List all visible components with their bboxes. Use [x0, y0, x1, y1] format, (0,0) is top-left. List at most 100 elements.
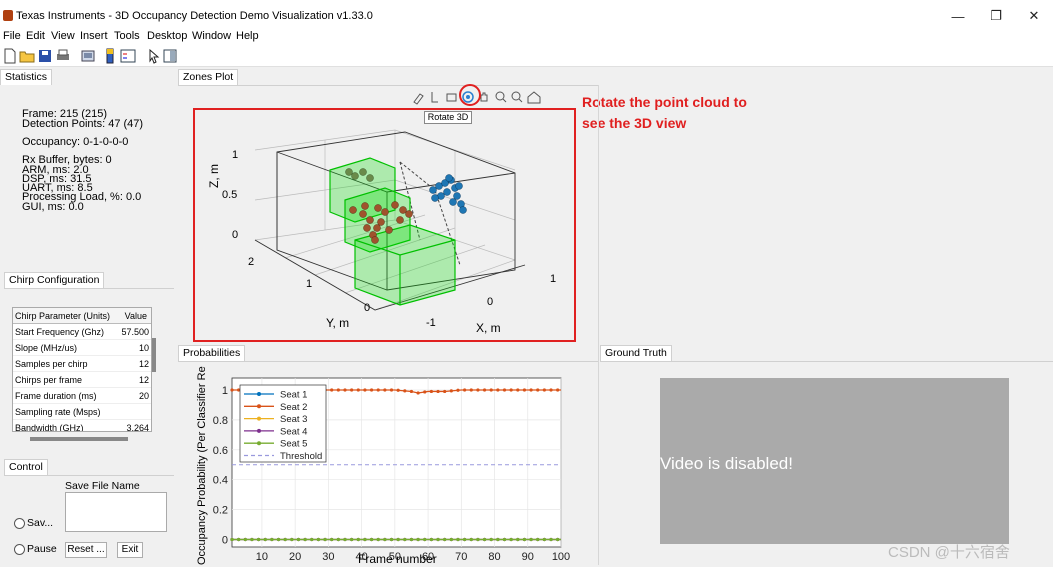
data-point-seat-5: [522, 537, 527, 542]
gui-stat: GUI, ms: 0.0: [22, 201, 84, 213]
menu-tools[interactable]: Tools: [114, 30, 140, 42]
legend-marker: [257, 416, 261, 421]
close-button[interactable]: ✕: [1014, 4, 1053, 28]
exit-button[interactable]: Exit: [117, 542, 143, 558]
data-point-seat-2: [502, 388, 507, 392]
menu-desktop[interactable]: Desktop: [147, 30, 187, 42]
data-point-seat-2: [482, 388, 487, 392]
data-point-seat-5: [350, 537, 354, 542]
table-vertical-scrollbar[interactable]: [152, 338, 156, 372]
data-point-seat-2: [230, 388, 234, 392]
data-point-seat-5: [409, 537, 414, 542]
brush-icon[interactable]: [413, 93, 424, 105]
data-point-seat-2: [409, 389, 414, 394]
legend-marker: [257, 392, 261, 396]
data-point-seat-2: [416, 391, 420, 395]
pan-icon[interactable]: [480, 92, 488, 102]
data-point-seat-2: [369, 388, 374, 392]
colorbar-icon[interactable]: [103, 48, 119, 64]
table-row[interactable]: Bandwidth (GHz) 3.264: [13, 420, 151, 432]
camera-icon[interactable]: [446, 93, 457, 102]
data-point-seat-2: [463, 388, 467, 392]
tab-ground-truth[interactable]: Ground Truth: [600, 345, 672, 361]
y-tick-label: 0.6: [213, 445, 228, 457]
tab-zones-plot[interactable]: Zones Plot: [178, 69, 239, 85]
column-header-value: Value: [124, 311, 147, 321]
legend-marker: [257, 428, 261, 433]
data-point-seat-2: [536, 388, 540, 392]
x-tick-label: 30: [322, 551, 334, 563]
restore-button[interactable]: ❐: [976, 4, 1016, 28]
menu-file[interactable]: File: [3, 30, 21, 42]
data-point-seat-5: [336, 537, 340, 542]
table-row[interactable]: Start Frequency (Ghz) 57.500: [13, 324, 151, 340]
video-disabled-text: Video is disabled!: [660, 454, 793, 473]
save-radio[interactable]: [14, 518, 25, 529]
legend-icon[interactable]: [120, 48, 136, 64]
table-row[interactable]: Samples per chirp 12: [13, 356, 151, 372]
legend-marker: [257, 404, 261, 409]
tab-control[interactable]: Control: [4, 459, 48, 475]
table-row[interactable]: Chirps per frame 12: [13, 372, 151, 388]
reset-button[interactable]: Reset ...: [65, 542, 107, 558]
table-row[interactable]: Frame duration (ms) 20: [13, 388, 151, 404]
table-cell: 12: [138, 375, 149, 385]
data-tip-icon[interactable]: [431, 92, 438, 103]
data-point-seat-5: [250, 537, 254, 542]
open-folder-icon[interactable]: [19, 48, 35, 64]
annotation-text: Rotate the point cloud to see the 3D vie…: [582, 92, 747, 134]
tab-probabilities[interactable]: Probabilities: [178, 345, 246, 361]
data-point-seat-5: [283, 537, 287, 542]
menu-bar: File Edit View Insert Tools Desktop Wind…: [0, 29, 1053, 45]
data-point-seat-2: [376, 388, 380, 392]
chirp-table[interactable]: Chirp Parameter (Units) Value Start Freq…: [12, 307, 152, 432]
table-row[interactable]: Sampling rate (Msps): [13, 404, 151, 420]
data-point-seat-5: [243, 537, 247, 542]
y-tick-label: 0: [222, 535, 228, 547]
data-point-seat-5: [376, 537, 380, 542]
table-horizontal-scrollbar[interactable]: [30, 437, 128, 441]
data-point-seat-5: [310, 537, 314, 542]
new-file-icon[interactable]: [2, 48, 18, 64]
y-tick-label: 1: [222, 385, 228, 397]
minimize-button[interactable]: —: [938, 4, 978, 28]
data-point-seat-5: [389, 537, 394, 542]
menu-insert[interactable]: Insert: [80, 30, 108, 42]
print-icon[interactable]: [55, 48, 71, 64]
link-figure-icon[interactable]: [80, 48, 96, 64]
data-point-seat-2: [509, 388, 513, 392]
home-icon[interactable]: [527, 91, 541, 104]
table-cell: 3.264: [126, 423, 149, 432]
pause-radio-label: Pause: [27, 543, 57, 555]
prob-x-axis-label: Frame number: [358, 552, 437, 566]
zoom-in-icon[interactable]: [495, 91, 507, 103]
property-editor-icon[interactable]: [162, 48, 178, 64]
x-tick-label: 90: [522, 551, 534, 563]
pointer-icon[interactable]: [146, 48, 162, 64]
watermark: CSDN @十六宿舍: [888, 544, 1010, 561]
vertical-divider: [598, 85, 599, 565]
probabilities-chart[interactable]: 10 20 30 40 50 60 70 80 90 10000.20.40.60.81 Seat…: [178, 361, 598, 567]
data-point-seat-2: [443, 389, 447, 394]
menu-view[interactable]: View: [51, 30, 75, 42]
save-file-name-input[interactable]: [65, 492, 167, 532]
menu-help[interactable]: Help: [236, 30, 259, 42]
data-point-seat-5: [296, 537, 301, 542]
legend-label: Threshold: [280, 451, 322, 462]
data-point-seat-5: [263, 537, 267, 542]
x-tick-label: 20: [289, 551, 301, 563]
annotation-line-1: Rotate the point cloud to: [582, 94, 747, 110]
table-row[interactable]: Slope (MHz/us) 10: [13, 340, 151, 356]
save-icon[interactable]: [37, 48, 53, 64]
data-point-seat-5: [556, 537, 560, 542]
matlab-app-icon: [3, 10, 13, 21]
column-header-parameter: Chirp Parameter (Units): [15, 311, 111, 321]
zoom-out-icon[interactable]: [511, 91, 523, 103]
menu-window[interactable]: Window: [192, 30, 231, 42]
detection-points-stat: Detection Points: 47 (47): [22, 118, 144, 130]
data-point-seat-5: [330, 537, 334, 542]
tab-statistics[interactable]: Statistics: [0, 69, 53, 85]
tab-chirp-configuration[interactable]: Chirp Configuration: [4, 272, 105, 288]
menu-edit[interactable]: Edit: [26, 30, 45, 42]
pause-radio[interactable]: [14, 544, 25, 555]
